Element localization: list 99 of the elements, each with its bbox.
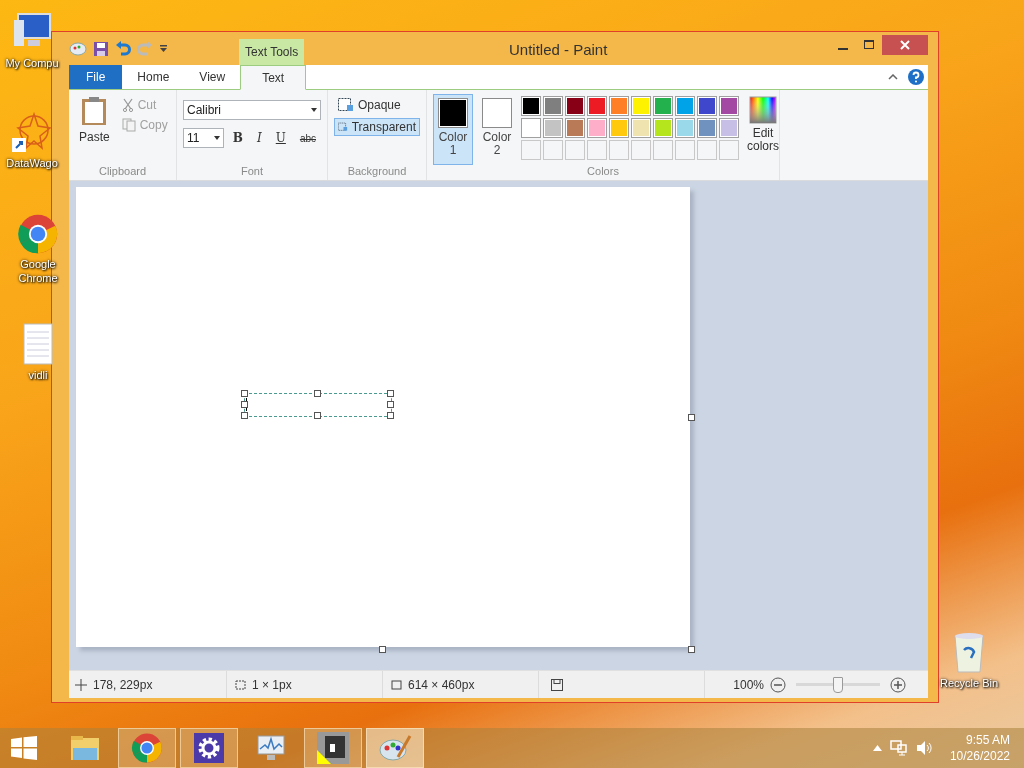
palette-icon[interactable] [69, 40, 87, 57]
palette-swatch[interactable] [609, 118, 629, 138]
canvas-size-icon [389, 678, 402, 691]
palette-swatch[interactable] [719, 96, 739, 116]
palette-swatch[interactable] [543, 118, 563, 138]
palette-swatch[interactable] [521, 118, 541, 138]
gear-icon [194, 733, 224, 763]
customize-caret-icon[interactable] [159, 44, 168, 53]
empty-swatch[interactable] [697, 140, 717, 160]
file-menu-tab[interactable]: File [69, 65, 123, 89]
format-button[interactable]: I [252, 129, 267, 147]
resize-handle[interactable] [314, 390, 321, 397]
palette-swatch[interactable] [697, 118, 717, 138]
zoom-in-icon[interactable] [890, 676, 906, 693]
paste-button[interactable]: Paste [75, 94, 114, 165]
palette-swatch[interactable] [587, 96, 607, 116]
empty-swatch[interactable] [587, 140, 607, 160]
document-icon [20, 322, 56, 366]
text-frame-icon [338, 120, 348, 134]
empty-swatch[interactable] [631, 140, 651, 160]
collapse-ribbon-icon[interactable] [888, 74, 898, 80]
star-shortcut-icon [10, 110, 54, 154]
palette-swatch[interactable] [653, 118, 673, 138]
scissors-icon [121, 98, 134, 112]
dropdown-caret-icon [311, 108, 317, 112]
palette-swatch[interactable] [675, 118, 695, 138]
zoom-level: 100% [733, 677, 764, 692]
selection-size: 1 × 1px [252, 677, 292, 692]
maximize-icon [864, 40, 874, 50]
zoom-out-icon[interactable] [770, 676, 786, 693]
background-option[interactable]: Transparent [334, 118, 420, 136]
selection-size-icon [233, 678, 246, 691]
chrome-icon [131, 732, 163, 764]
clipboard-icon [81, 96, 108, 126]
format-button[interactable]: abc [294, 130, 321, 146]
text-frame-icon [338, 98, 354, 112]
monitor-chart-icon [255, 733, 287, 763]
network-icon[interactable] [889, 740, 908, 756]
palette-swatch[interactable] [631, 118, 651, 138]
empty-swatch[interactable] [565, 140, 585, 160]
copy-icon [121, 118, 136, 132]
empty-swatch[interactable] [521, 140, 541, 160]
format-button[interactable]: B [227, 129, 248, 147]
spectrum-icon [749, 96, 777, 124]
palette-swatch[interactable] [719, 118, 739, 138]
format-button[interactable]: U [270, 129, 291, 147]
group-label: Colors [586, 165, 620, 179]
cursor-position-icon [75, 678, 87, 691]
background-option[interactable]: Opaque [334, 96, 420, 114]
palette-swatch[interactable] [609, 96, 629, 116]
palette-swatch[interactable] [631, 96, 651, 116]
minimize-icon [838, 47, 848, 50]
chrome-icon [17, 213, 59, 255]
empty-swatch[interactable] [675, 140, 695, 160]
ribbon-tab[interactable]: Text [240, 65, 307, 90]
close-button[interactable] [882, 35, 928, 55]
resize-handle[interactable] [688, 646, 695, 653]
group-label: Clipboard [97, 165, 148, 179]
palette-swatch[interactable] [653, 96, 673, 116]
group-label: Font [240, 165, 264, 179]
dropdown-caret-icon [213, 136, 220, 140]
zoom-slider-thumb[interactable] [833, 676, 843, 693]
taskbar-app-button[interactable] [304, 728, 362, 768]
palette-swatch[interactable] [521, 96, 541, 116]
show-hidden-icons-icon[interactable] [872, 745, 882, 751]
resize-handle[interactable] [379, 646, 386, 653]
palette-swatch[interactable] [675, 96, 695, 116]
close-icon [900, 40, 910, 50]
color-slot-button[interactable]: Color 1 [433, 94, 473, 165]
empty-swatch[interactable] [609, 140, 629, 160]
color-slot-button[interactable]: Color 2 [477, 94, 517, 165]
empty-swatch[interactable] [543, 140, 563, 160]
folder-icon [69, 734, 101, 762]
undo-icon[interactable] [115, 40, 131, 57]
taskbar-app-button[interactable] [180, 728, 238, 768]
palette-swatch[interactable] [587, 118, 607, 138]
palette-swatch[interactable] [543, 96, 563, 116]
resize-handle[interactable] [688, 414, 695, 421]
font-size-dropdown[interactable]: 11 [183, 128, 224, 148]
palette-swatch[interactable] [565, 96, 585, 116]
save-icon[interactable] [93, 40, 109, 57]
window-title: Untitled - Paint [509, 41, 608, 58]
resize-handle[interactable] [314, 412, 321, 419]
palette-swatch[interactable] [565, 118, 585, 138]
font-family-dropdown[interactable]: Calibri [183, 100, 321, 120]
context-tab-label: Text Tools [239, 39, 305, 65]
recycle-bin-icon [951, 630, 987, 674]
machine-icon [317, 732, 349, 764]
cursor-position: 178, 229px [93, 677, 153, 692]
palette-swatch[interactable] [697, 96, 717, 116]
volume-icon[interactable] [915, 740, 934, 756]
edit-colors-button[interactable]: Edit colors [743, 94, 783, 165]
palette-icon [378, 733, 412, 763]
empty-swatch[interactable] [719, 140, 739, 160]
canvas-size: 614 × 460px [408, 677, 475, 692]
group-label: Background [346, 165, 408, 179]
empty-swatch[interactable] [653, 140, 673, 160]
help-icon[interactable] [908, 69, 924, 85]
windows-logo-icon [11, 736, 37, 760]
